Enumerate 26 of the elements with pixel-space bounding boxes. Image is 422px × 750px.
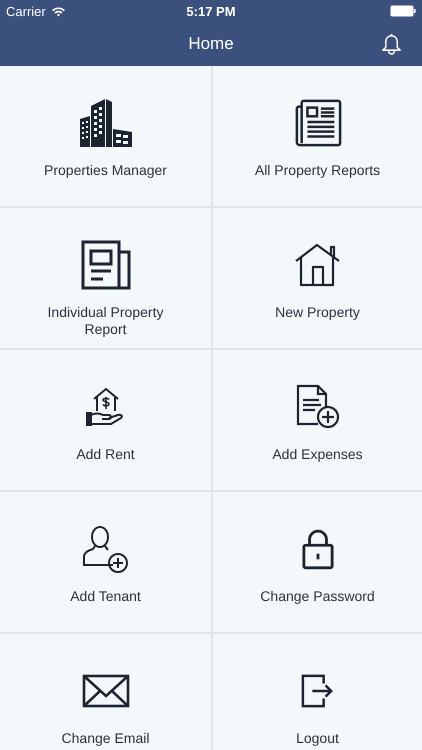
notification-bell-icon[interactable] [381, 32, 402, 55]
menu-tile[interactable]: Individual Property Report [0, 208, 211, 348]
house-icon [294, 243, 340, 287]
envelope-icon [82, 674, 130, 708]
newspaper-icon [294, 99, 342, 147]
menu-tile[interactable]: Add Expenses [213, 350, 422, 490]
person-plus-icon [82, 525, 130, 573]
status-time: 5:17 PM [186, 4, 236, 18]
carrier-name: Carrier [6, 4, 46, 18]
building-icon [80, 99, 132, 147]
hand-house-dollar-icon [86, 387, 126, 427]
page-title: Home [188, 34, 234, 54]
exit-door-icon [300, 674, 334, 708]
menu-tile[interactable]: All Property Reports [213, 66, 422, 206]
padlock-icon [302, 528, 334, 570]
battery-icon [390, 5, 416, 17]
menu-tile[interactable]: Properties Manager [0, 66, 211, 206]
menu-tile[interactable]: New Property [213, 208, 422, 348]
wifi-icon [50, 6, 66, 16]
menu-tile[interactable]: Logout [213, 634, 422, 750]
menu-tile[interactable]: Add Tenant [0, 492, 211, 632]
document-icon [80, 240, 130, 290]
menu-tile[interactable]: Change Password [213, 492, 422, 632]
document-plus-icon [296, 384, 340, 430]
menu-tile[interactable]: Add Rent [0, 350, 211, 490]
menu-tile[interactable]: Change Email [0, 634, 211, 750]
